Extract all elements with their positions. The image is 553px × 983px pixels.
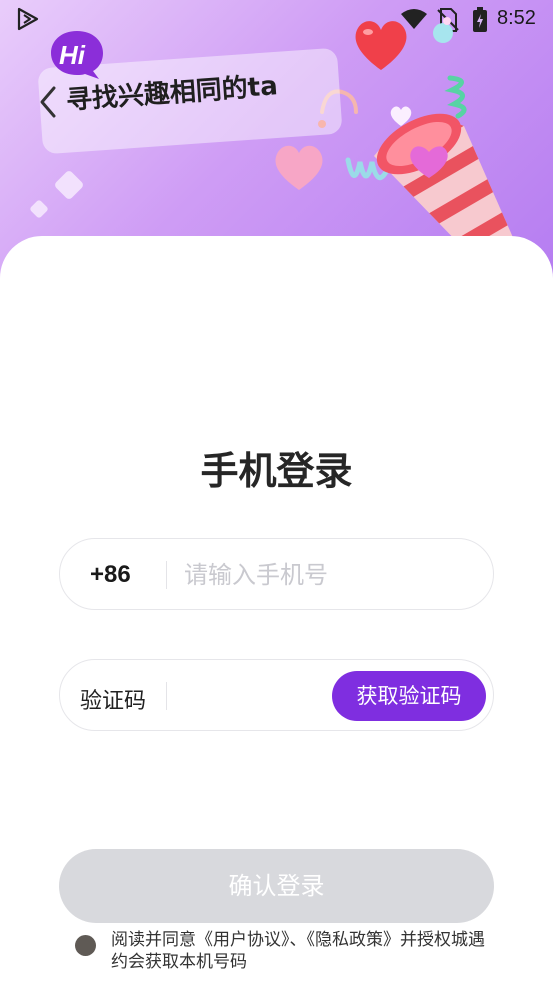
- code-label: 验证码: [80, 689, 147, 714]
- red-heart-decoration: [355, 21, 407, 70]
- code-input[interactable]: [180, 676, 330, 716]
- back-button[interactable]: [34, 82, 62, 122]
- country-code[interactable]: +86: [90, 561, 131, 589]
- play-icon: [17, 7, 39, 31]
- verification-code-field[interactable]: 验证码 获取验证码: [59, 659, 494, 731]
- sparkle-decoration: [30, 171, 83, 218]
- battery-charging-icon: [473, 7, 487, 32]
- phone-input[interactable]: [184, 555, 474, 595]
- hi-badge-text: Hi: [59, 40, 85, 70]
- field-divider: [166, 561, 167, 589]
- phone-field[interactable]: +86: [59, 538, 494, 610]
- ball-decoration: [433, 17, 453, 43]
- agreement-checkbox[interactable]: [75, 935, 96, 956]
- agreement-text[interactable]: 阅读并同意《用户协议》、《隐私政策》并授权城遇约会获取本机号码: [111, 929, 491, 973]
- page-title: 手机登录: [200, 449, 353, 493]
- status-time: 8:52: [497, 7, 536, 29]
- pink-heart-decoration: [275, 145, 323, 190]
- confirm-login-button[interactable]: 确认登录: [59, 849, 494, 923]
- field-divider: [166, 682, 167, 710]
- get-code-button[interactable]: 获取验证码: [332, 671, 486, 721]
